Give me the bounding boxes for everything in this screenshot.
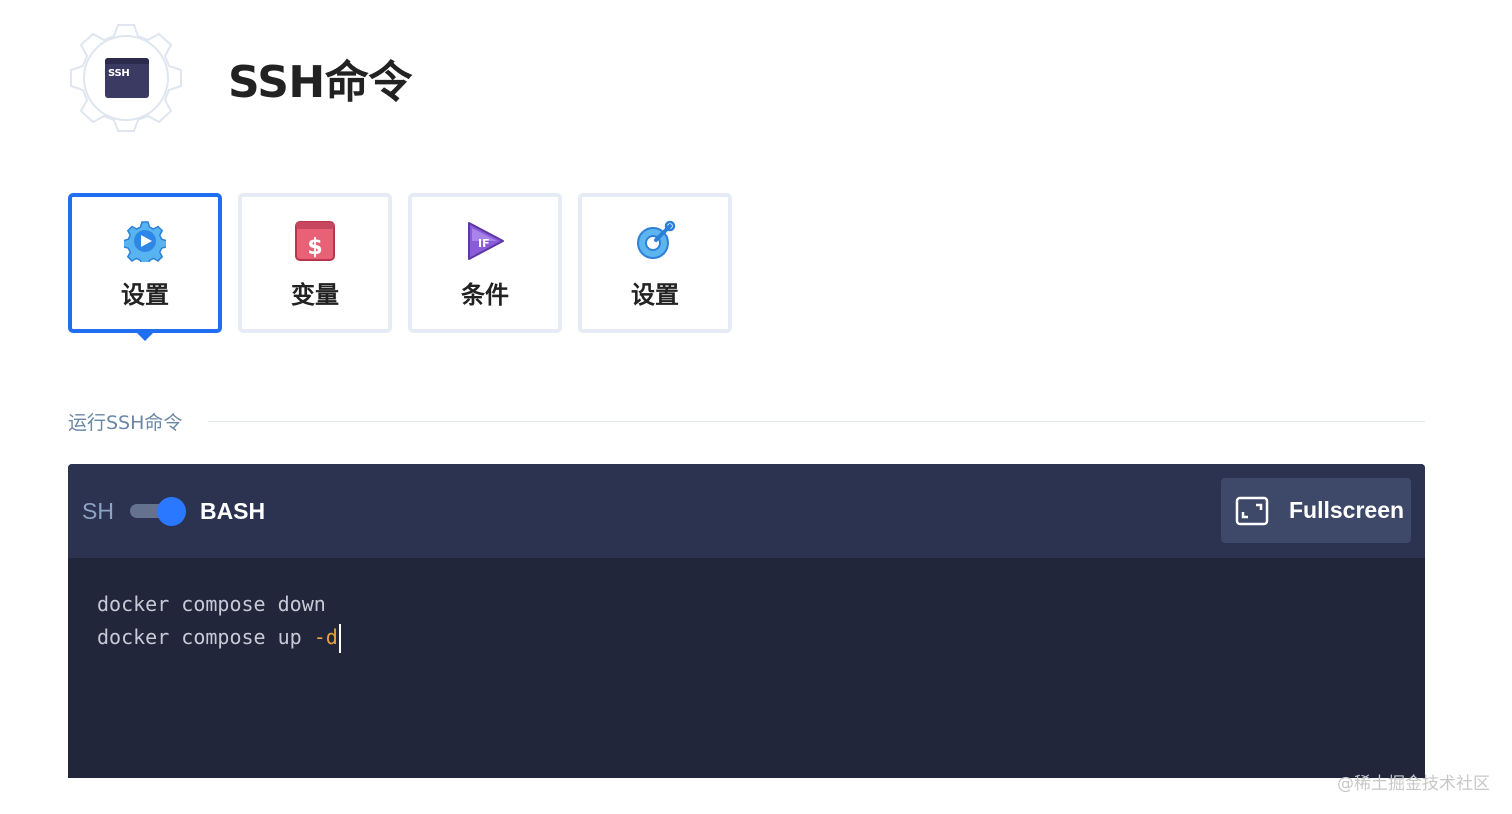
ssh-badge: SSH	[68, 22, 184, 134]
dollar-icon: $	[293, 219, 337, 263]
section-title: 运行SSH命令	[68, 412, 183, 434]
svg-text:IF: IF	[478, 237, 490, 250]
page-header: SSH SSH命令	[68, 22, 412, 134]
fullscreen-icon	[1235, 496, 1269, 525]
editor-toolbar: SH BASH Fullscreen	[68, 464, 1425, 558]
gear-wrench-icon	[633, 219, 677, 263]
code-line-2: docker compose up -d	[97, 621, 1425, 654]
code-flag: -d	[313, 625, 338, 649]
page-title: SSH命令	[228, 57, 412, 108]
tab-settings-label: 设置	[121, 281, 169, 309]
code-line-2-text: docker compose up	[97, 625, 314, 649]
tab-conditions-label: 条件	[461, 281, 509, 309]
ssh-badge-text: SSH	[108, 68, 130, 79]
tab-variables-label: 变量	[291, 281, 339, 309]
lang-bash-label[interactable]: BASH	[200, 498, 265, 525]
tab-settings-advanced[interactable]: 设置	[578, 193, 732, 333]
tab-settings[interactable]: 设置	[68, 193, 222, 341]
text-caret	[338, 624, 341, 653]
code-editor: SH BASH Fullscreen docker compose down d…	[68, 464, 1425, 778]
step-tabs: 设置 $ 变量 IF 条件 设置	[68, 193, 732, 341]
if-play-icon: IF	[463, 219, 507, 263]
section-divider	[208, 421, 1425, 422]
svg-text:$: $	[307, 235, 322, 260]
fullscreen-button[interactable]: Fullscreen	[1221, 478, 1411, 543]
fullscreen-label: Fullscreen	[1289, 497, 1405, 523]
play-gear-icon	[123, 219, 167, 263]
lang-toggle[interactable]	[128, 496, 186, 526]
ssh-terminal-icon: SSH	[105, 58, 149, 98]
tab-variables[interactable]: $ 变量	[238, 193, 392, 333]
watermark: @稀土掘金技术社区	[1337, 774, 1490, 794]
code-line-1: docker compose down	[97, 588, 1425, 621]
lang-sh-label[interactable]: SH	[82, 498, 114, 525]
tab-settings-advanced-label: 设置	[631, 281, 679, 309]
code-area[interactable]: docker compose down docker compose up -d	[68, 558, 1425, 654]
tab-conditions[interactable]: IF 条件	[408, 193, 562, 333]
code-line-1-text: docker compose down	[97, 592, 326, 616]
section-header: 运行SSH命令	[68, 408, 1425, 435]
